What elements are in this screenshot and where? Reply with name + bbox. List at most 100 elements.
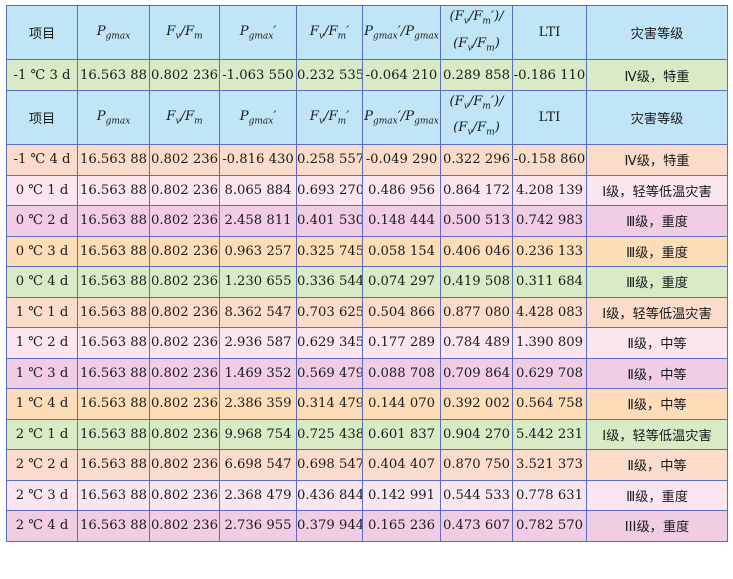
- cell-grade: Ⅰ级，轻等低温灾害: [586, 174, 728, 207]
- cell-pgmax-prime: 8.362 547: [219, 296, 297, 329]
- cell-pgmax: 16.563 88: [77, 59, 150, 91]
- table-row: 1 ℃ 2 d 16.563 88 0.802 236 2.936 587 0.629 …: [6, 327, 728, 359]
- cell-pg-ratio: 0.486 956: [362, 174, 441, 207]
- cell-grade: Ⅱ级，中等: [586, 327, 728, 359]
- cell-pg-ratio: 0.144 070: [362, 388, 441, 420]
- cell-pgmax-prime: 2.386 359: [219, 388, 297, 420]
- header-fvfm-ratio: (Fv/Fm′)/ (Fv/Fm): [440, 4, 513, 61]
- header-fvfm-ratio-top: (Fv/Fm′)/: [449, 9, 504, 27]
- header-row: 项目 Pgmax Fv/Fm Pgmax′ Fv/Fm′ Pgmax′/Pgma…: [6, 4, 728, 61]
- cell-pg-ratio: 0.404 407: [362, 449, 441, 481]
- header-item: 项目: [6, 89, 78, 146]
- header-fvfm-ratio-bottom: (Fv/Fm): [453, 35, 500, 54]
- cell-item: 1 ℃ 1 d: [6, 296, 78, 329]
- cell-grade: Ⅳ级，特重: [586, 59, 728, 91]
- cell-fvfm: 0.802 236: [149, 449, 220, 481]
- cell-pgmax: 16.563 88: [77, 449, 150, 481]
- cell-lti: -0.158 860: [512, 144, 587, 176]
- cell-fvfm: 0.802 236: [149, 174, 220, 207]
- cell-item: 0 ℃ 3 d: [6, 235, 78, 268]
- cell-grade: Ⅱ级，中等: [586, 388, 728, 420]
- cell-item: 1 ℃ 3 d: [6, 357, 78, 390]
- header-lti: LTI: [512, 89, 587, 146]
- table-row: 0 ℃ 3 d 16.563 88 0.802 236 0.963 257 0.325 …: [6, 235, 728, 268]
- cell-item: 2 ℃ 4 d: [6, 510, 78, 542]
- cell-pgmax-prime: 0.963 257: [219, 235, 297, 268]
- cell-pgmax: 16.563 88: [77, 174, 150, 207]
- table-row: 1 ℃ 4 d 16.563 88 0.802 236 2.386 359 0.314 …: [6, 388, 728, 420]
- cell-lti: 0.778 631: [512, 479, 587, 512]
- cell-fvfm-prime: 0.703 625: [296, 296, 363, 329]
- cell-fvfm-ratio: 0.322 296: [440, 144, 513, 176]
- cell-pg-ratio: 0.177 289: [362, 327, 441, 359]
- table-row: -1 ℃ 3 d 16.563 88 0.802 236 -1.063 550 0.23…: [6, 59, 728, 91]
- cell-grade: III级，重度: [586, 510, 728, 542]
- cell-pgmax: 16.563 88: [77, 296, 150, 329]
- cell-item: 1 ℃ 4 d: [6, 388, 78, 420]
- cell-fvfm: 0.802 236: [149, 510, 220, 542]
- header-pg-ratio: Pgmax′/Pgmax: [362, 4, 441, 61]
- cell-pg-ratio: 0.142 991: [362, 479, 441, 512]
- cell-fvfm-prime: 0.325 745: [296, 235, 363, 268]
- cell-fvfm-prime: 0.693 270: [296, 174, 363, 207]
- cell-item: 0 ℃ 4 d: [6, 266, 78, 298]
- cell-fvfm-prime: 0.629 345: [296, 327, 363, 359]
- header-fvfm: Fv/Fm: [149, 89, 220, 146]
- cell-fvfm: 0.802 236: [149, 388, 220, 420]
- cell-pgmax-prime: 9.968 754: [219, 418, 297, 451]
- cell-fvfm-ratio: 0.877 080: [440, 296, 513, 329]
- cell-lti: 3.521 373: [512, 449, 587, 481]
- cell-fvfm-prime: 0.232 535: [296, 59, 363, 91]
- table-row: 2 ℃ 4 d 16.563 88 0.802 236 2.736 955 0.379 …: [6, 510, 728, 542]
- cell-item: 2 ℃ 2 d: [6, 449, 78, 481]
- header-fvfm-ratio-top: (Fv/Fm′)/: [449, 93, 504, 112]
- cell-pgmax-prime: 2.458 811: [219, 205, 297, 237]
- data-table: 项目 Pgmax Fv/Fm Pgmax′ Fv/Fm′ Pgmax′/Pgma…: [6, 4, 728, 542]
- cell-pgmax-prime: 2.736 955: [219, 510, 297, 542]
- cell-item: 0 ℃ 2 d: [6, 205, 78, 237]
- cell-item: 2 ℃ 3 d: [6, 479, 78, 512]
- cell-fvfm: 0.802 236: [149, 357, 220, 390]
- cell-fvfm-ratio: 0.289 858: [440, 59, 513, 91]
- table-row: -1 ℃ 4 d 16.563 88 0.802 236 -0.816 430 0.25…: [6, 144, 728, 176]
- cell-pgmax: 16.563 88: [77, 144, 150, 176]
- cell-fvfm: 0.802 236: [149, 59, 220, 91]
- table-row: 0 ℃ 4 d 16.563 88 0.802 236 1.230 655 0.336 …: [6, 266, 728, 298]
- table-row: 0 ℃ 1 d 16.563 88 0.802 236 8.065 884 0.693 …: [6, 174, 728, 207]
- cell-fvfm: 0.802 236: [149, 266, 220, 298]
- cell-pgmax: 16.563 88: [77, 357, 150, 390]
- cell-pg-ratio: 0.148 444: [362, 205, 441, 237]
- cell-grade: Ⅲ级，重度: [586, 205, 728, 237]
- cell-lti: 0.311 684: [512, 266, 587, 298]
- cell-grade: Ⅱ级，中等: [586, 449, 728, 481]
- table-row: 1 ℃ 3 d 16.563 88 0.802 236 1.469 352 0.569 …: [6, 357, 728, 390]
- cell-pgmax-prime: 2.936 587: [219, 327, 297, 359]
- cell-pg-ratio: 0.504 866: [362, 296, 441, 329]
- cell-lti: 0.629 708: [512, 357, 587, 390]
- cell-pgmax-prime: 2.368 479: [219, 479, 297, 512]
- cell-lti: 0.782 570: [512, 510, 587, 542]
- cell-pgmax: 16.563 88: [77, 388, 150, 420]
- header-pgmax-prime: Pgmax′: [219, 89, 297, 146]
- cell-lti: 0.742 983: [512, 205, 587, 237]
- cell-pgmax: 16.563 88: [77, 235, 150, 268]
- cell-fvfm-ratio: 0.500 513: [440, 205, 513, 237]
- cell-pg-ratio: -0.064 210: [362, 59, 441, 91]
- cell-pg-ratio: 0.088 708: [362, 357, 441, 390]
- cell-pgmax-prime: 6.698 547: [219, 449, 297, 481]
- cell-lti: 0.564 758: [512, 388, 587, 420]
- header-pg-ratio: Pgmax′/Pgmax: [362, 89, 441, 146]
- cell-item: 2 ℃ 1 d: [6, 418, 78, 451]
- cell-grade: Ⅲ级，重度: [586, 479, 728, 512]
- cell-fvfm: 0.802 236: [149, 205, 220, 237]
- header-grade: 灾害等级: [586, 4, 728, 61]
- cell-pg-ratio: 0.058 154: [362, 235, 441, 268]
- cell-pgmax: 16.563 88: [77, 418, 150, 451]
- cell-fvfm-ratio: 0.473 607: [440, 510, 513, 542]
- cell-fvfm-prime: 0.698 547: [296, 449, 363, 481]
- cell-pgmax: 16.563 88: [77, 205, 150, 237]
- cell-lti: 5.442 231: [512, 418, 587, 451]
- cell-pgmax: 16.563 88: [77, 510, 150, 542]
- cell-item: -1 ℃ 3 d: [6, 59, 78, 91]
- cell-lti: 4.208 139: [512, 174, 587, 207]
